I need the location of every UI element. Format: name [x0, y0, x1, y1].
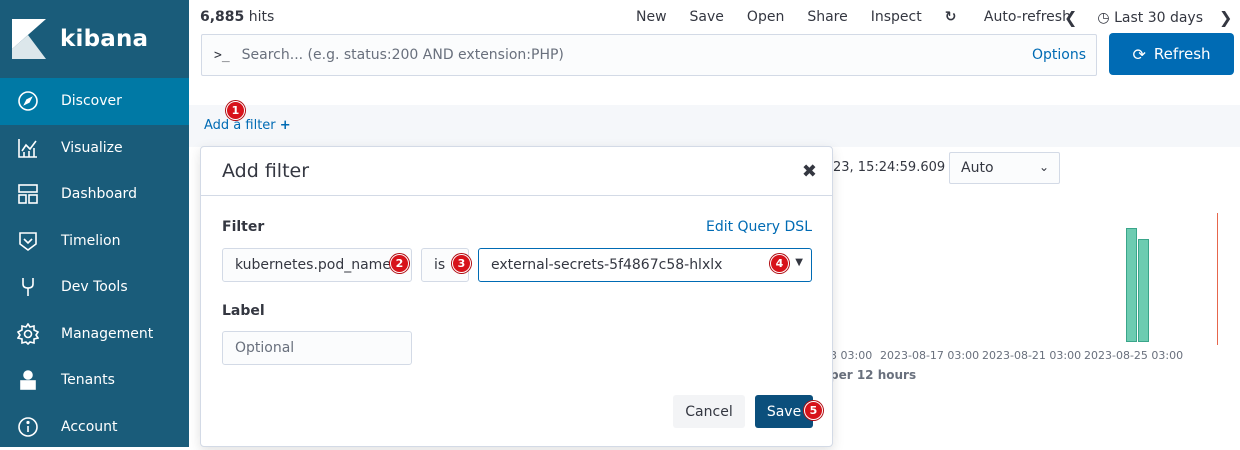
hits-count: 6,885 hits [200, 9, 274, 25]
step-badge-2: 2 [390, 254, 409, 273]
sidebar-item-timelion[interactable]: Timelion [0, 218, 189, 265]
add-filter-link[interactable]: Add a filter + [204, 118, 291, 133]
menu-share[interactable]: Share [807, 9, 847, 25]
gear-icon [16, 322, 40, 346]
timelion-icon [16, 229, 40, 253]
refresh-button[interactable]: ⟳ Refresh [1109, 33, 1234, 75]
time-range-picker[interactable]: ◷ Last 30 days [1097, 10, 1203, 26]
field-select[interactable]: kubernetes.pod_name [222, 248, 412, 282]
menu-new[interactable]: New [636, 9, 667, 25]
x-tick: 2023-08-25 03:00 [1084, 349, 1183, 362]
options-link[interactable]: Options [1032, 47, 1086, 63]
x-tick: 3 03:00 [830, 349, 872, 362]
histogram-chart: 3 03:00 2023-08-17 03:00 2023-08-21 03:0… [830, 205, 1230, 385]
label-input[interactable]: Optional [222, 331, 412, 365]
user-icon [16, 368, 40, 392]
menu-open[interactable]: Open [747, 9, 784, 25]
chevron-down-icon: ⌄ [1039, 160, 1049, 174]
sidebar-item-label: Dev Tools [61, 279, 128, 295]
cancel-button[interactable]: Cancel [673, 395, 745, 428]
edit-query-dsl-link[interactable]: Edit Query DSL [706, 219, 812, 235]
histogram-bar[interactable] [1138, 239, 1149, 342]
compass-icon [16, 89, 40, 113]
sidebar-item-label: Account [61, 419, 118, 435]
menu-save[interactable]: Save [690, 9, 724, 25]
chevron-left-icon[interactable]: ❮ [1064, 8, 1077, 27]
search-input[interactable]: >_ Search... (e.g. status:200 AND extens… [201, 34, 1097, 76]
popover-header: Add filter [201, 147, 832, 196]
sidebar-item-dev-tools[interactable]: Dev Tools [0, 264, 189, 311]
search-placeholder: Search... (e.g. status:200 AND extension… [242, 47, 1032, 63]
sidebar-item-discover[interactable]: Discover [0, 78, 189, 125]
hits-label: hits [249, 9, 275, 25]
wrench-icon [16, 275, 40, 299]
add-filter-popover: Add filter ✖ Filter Edit Query DSL kuber… [200, 146, 833, 447]
filter-bar [189, 105, 1240, 147]
x-tick: 2023-08-17 03:00 [880, 349, 979, 362]
sidebar-item-dashboard[interactable]: Dashboard [0, 171, 189, 218]
step-badge-4: 4 [770, 254, 789, 273]
close-icon[interactable]: ✖ [802, 161, 817, 182]
label-placeholder: Optional [235, 340, 294, 356]
histogram-bar[interactable] [1126, 228, 1137, 342]
sidebar-item-label: Dashboard [61, 186, 137, 202]
sidebar: kibana Discover Visualize Dashboard Time… [0, 0, 189, 447]
chart-icon [16, 136, 40, 160]
info-icon [16, 415, 40, 439]
step-badge-3: 3 [452, 254, 471, 273]
caret-down-icon: ▼ [795, 257, 803, 268]
filter-label: Filter [222, 219, 264, 235]
kibana-logo-icon [12, 19, 46, 59]
brand-name: kibana [60, 26, 148, 52]
sidebar-item-label: Tenants [61, 372, 115, 388]
chevron-right-icon[interactable]: ❯ [1219, 8, 1232, 27]
time-navigation: ❮ ◷ Last 30 days ❯ [1064, 8, 1232, 27]
refresh-label: Refresh [1154, 45, 1211, 63]
label-label: Label [222, 303, 265, 319]
operator-value: is [434, 257, 445, 273]
step-badge-1: 1 [226, 101, 245, 120]
time-range-text: 23, 15:24:59.609 — [833, 160, 962, 175]
sidebar-item-tenants[interactable]: Tenants [0, 357, 189, 404]
auto-refresh-label: Auto-refresh [984, 9, 1071, 25]
hits-number: 6,885 [200, 9, 244, 25]
time-range-label: Last 30 days [1114, 10, 1203, 26]
field-value: kubernetes.pod_name [235, 257, 391, 273]
brand[interactable]: kibana [0, 0, 189, 78]
menu-inspect[interactable]: Inspect [871, 9, 922, 25]
dashboard-icon [16, 182, 40, 206]
sidebar-item-management[interactable]: Management [0, 311, 189, 358]
x-axis-label: per 12 hours [830, 368, 916, 382]
sidebar-item-label: Management [61, 326, 153, 342]
interval-value: Auto [961, 160, 994, 176]
plus-icon: + [280, 118, 291, 133]
sidebar-item-visualize[interactable]: Visualize [0, 125, 189, 172]
step-badge-5: 5 [804, 401, 823, 420]
interval-select[interactable]: Auto ⌄ [949, 152, 1060, 184]
query-prompt-icon: >_ [214, 48, 230, 63]
refresh-circle-icon: ↻ [945, 9, 957, 25]
sidebar-item-label: Discover [61, 93, 122, 109]
sidebar-item-label: Visualize [61, 140, 123, 156]
refresh-icon: ⟳ [1132, 45, 1145, 64]
value-select[interactable]: external-secrets-5f4867c58-hlxlx ▼ [478, 248, 812, 282]
value-value: external-secrets-5f4867c58-hlxlx [491, 257, 722, 273]
sidebar-item-account[interactable]: Account [0, 404, 189, 450]
now-marker-line [1217, 213, 1218, 345]
popover-title: Add filter [222, 160, 309, 182]
x-tick: 2023-08-21 03:00 [982, 349, 1081, 362]
add-filter-label: Add a filter [204, 118, 276, 133]
sidebar-item-label: Timelion [61, 233, 120, 249]
clock-icon: ◷ [1097, 10, 1109, 26]
top-menu: New Save Open Share Inspect ↻ Auto-refre… [636, 9, 1114, 25]
